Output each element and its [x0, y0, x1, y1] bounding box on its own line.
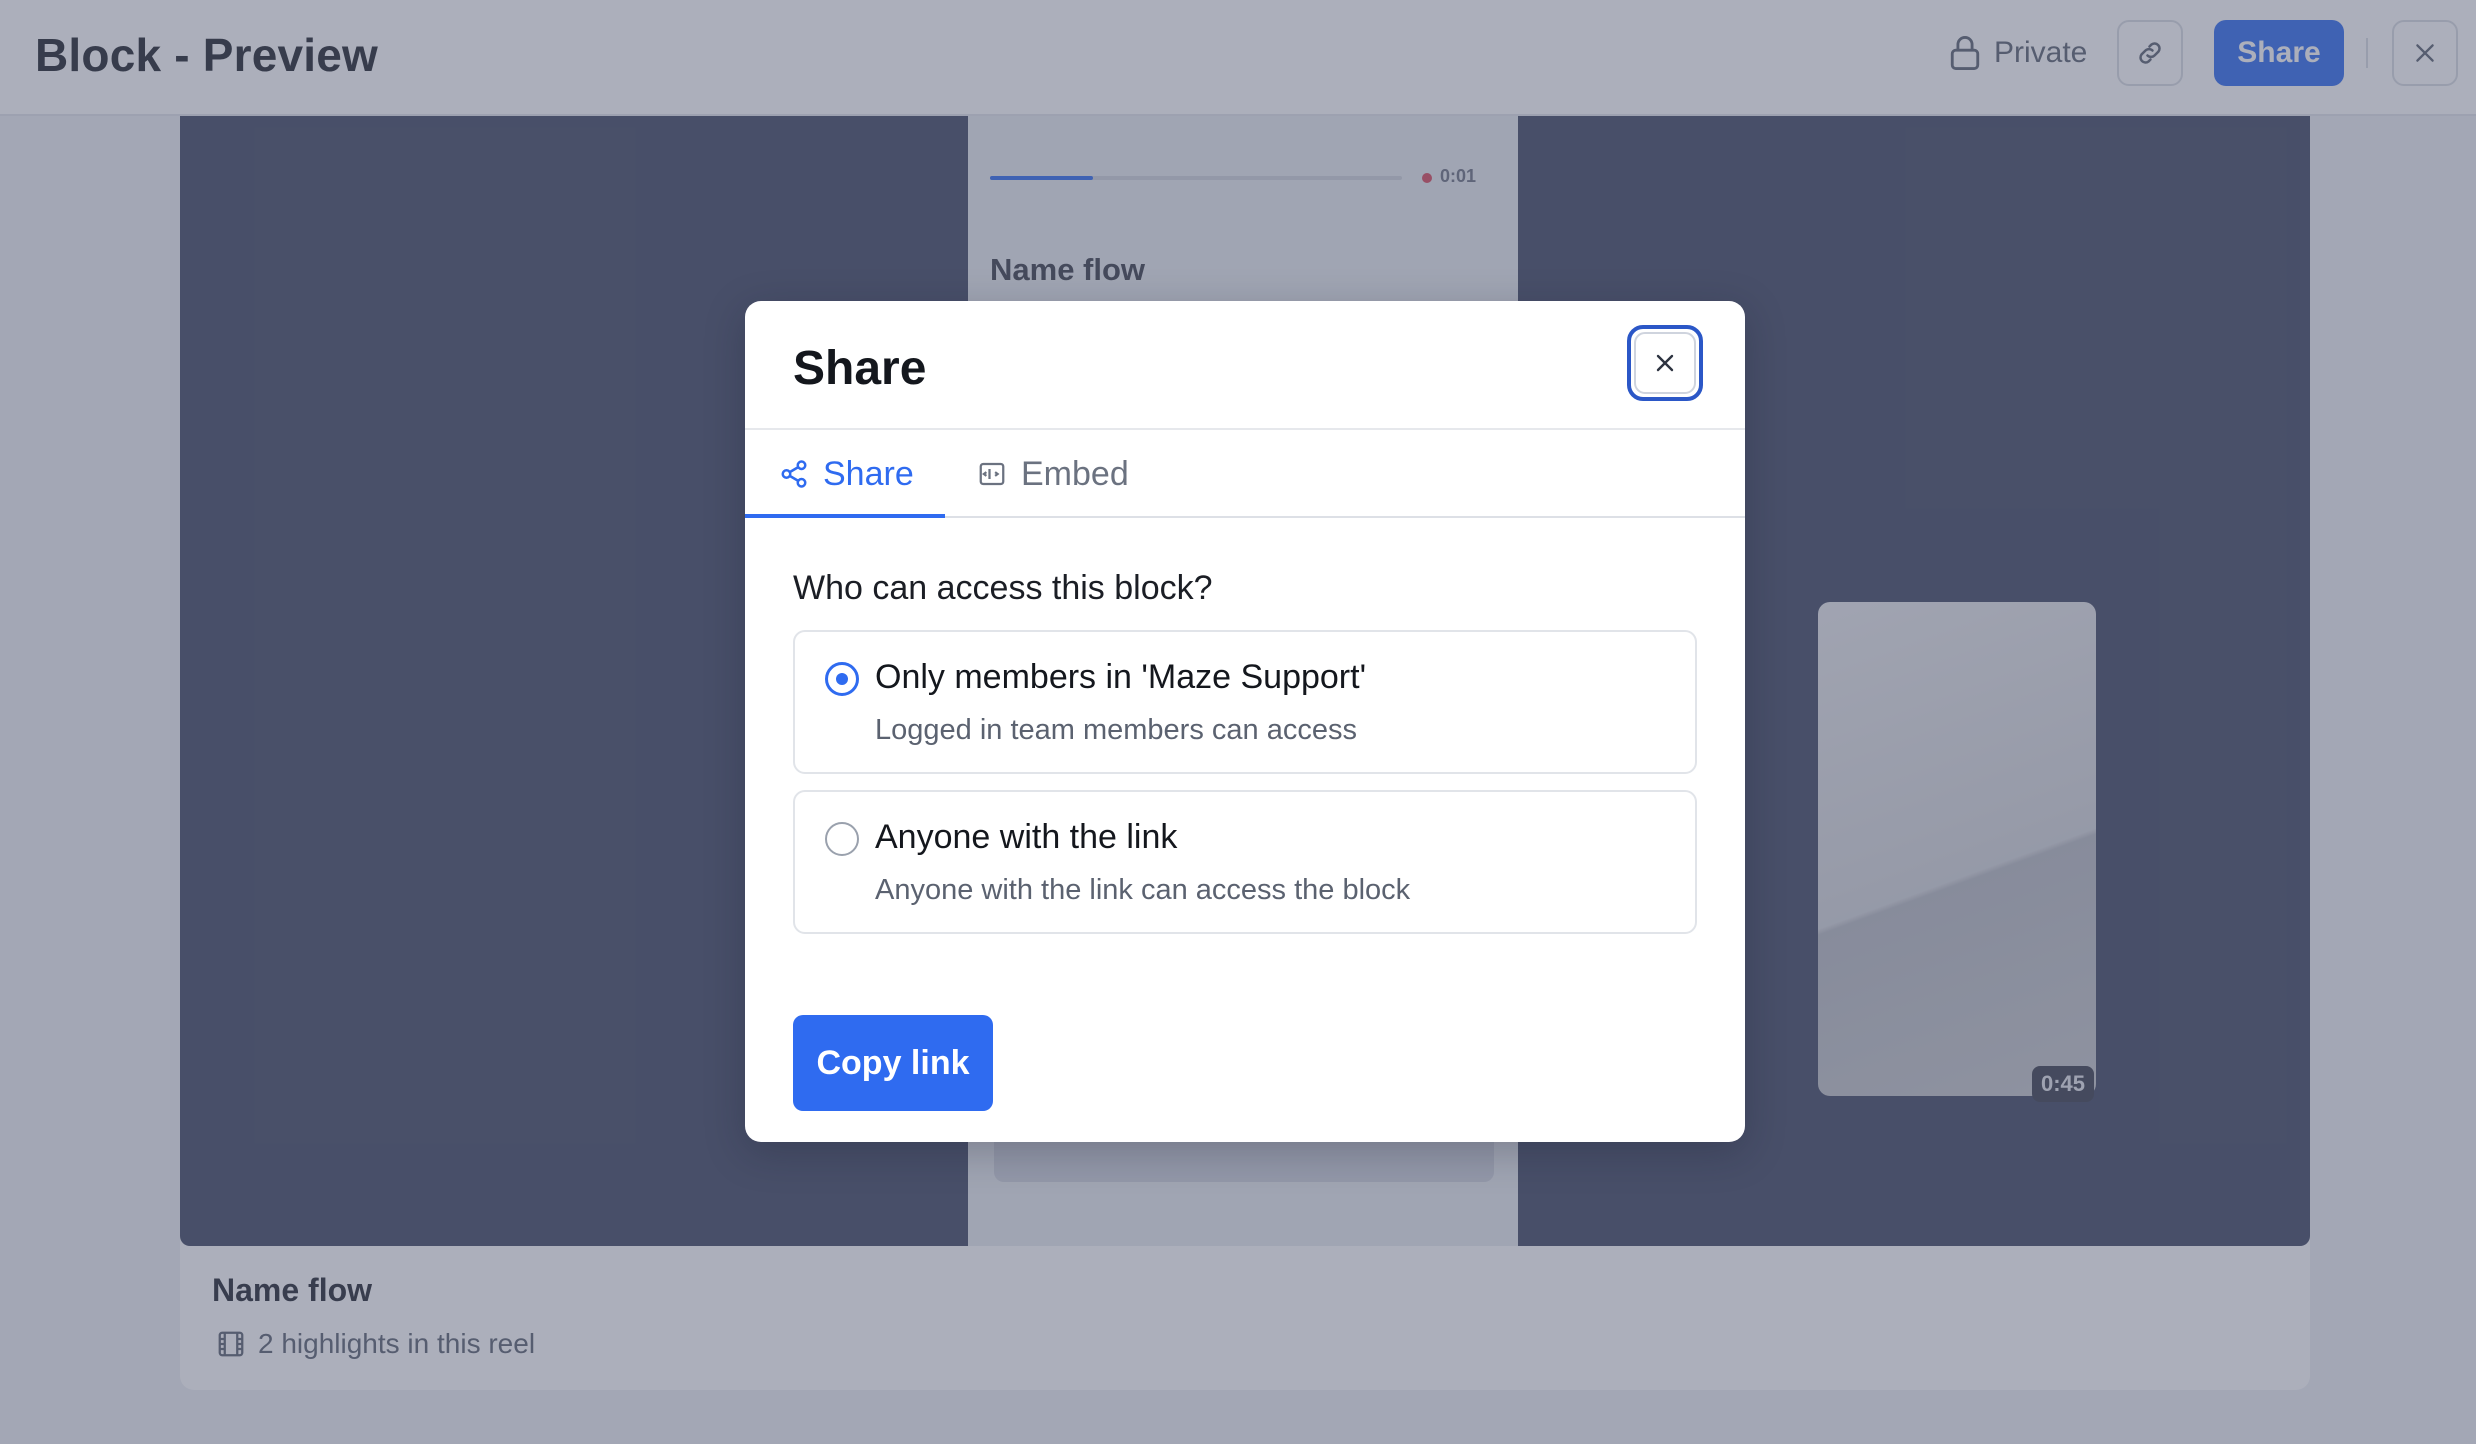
- access-question: Who can access this block?: [793, 569, 1213, 607]
- copy-link-button[interactable]: Copy link: [793, 1015, 993, 1111]
- embed-icon: [979, 462, 1005, 486]
- tab-embed-label: Embed: [1021, 454, 1129, 493]
- share-nodes-icon: [781, 460, 807, 488]
- tab-embed[interactable]: Embed: [977, 430, 1129, 518]
- access-option-team[interactable]: Only members in 'Maze Support' Logged in…: [793, 630, 1697, 774]
- share-dialog: Share Share Embed Who can access this bl…: [745, 301, 1745, 1142]
- dialog-title: Share: [793, 342, 927, 395]
- radio-anyone-with-link[interactable]: [825, 822, 859, 856]
- option-description: Anyone with the link can access the bloc…: [875, 874, 1411, 906]
- tab-share[interactable]: Share: [779, 430, 914, 518]
- tab-share-label: Share: [823, 454, 914, 493]
- option-description: Logged in team members can access: [875, 714, 1357, 746]
- dialog-close-button[interactable]: [1627, 325, 1703, 401]
- close-icon: [1656, 354, 1674, 372]
- dialog-tabs: Share Embed: [745, 430, 1745, 518]
- active-tab-indicator: [745, 514, 945, 518]
- radio-team-members[interactable]: [825, 662, 859, 696]
- option-label: Only members in 'Maze Support': [875, 658, 1367, 696]
- access-option-anyone[interactable]: Anyone with the link Anyone with the lin…: [793, 790, 1697, 934]
- option-label: Anyone with the link: [875, 818, 1178, 856]
